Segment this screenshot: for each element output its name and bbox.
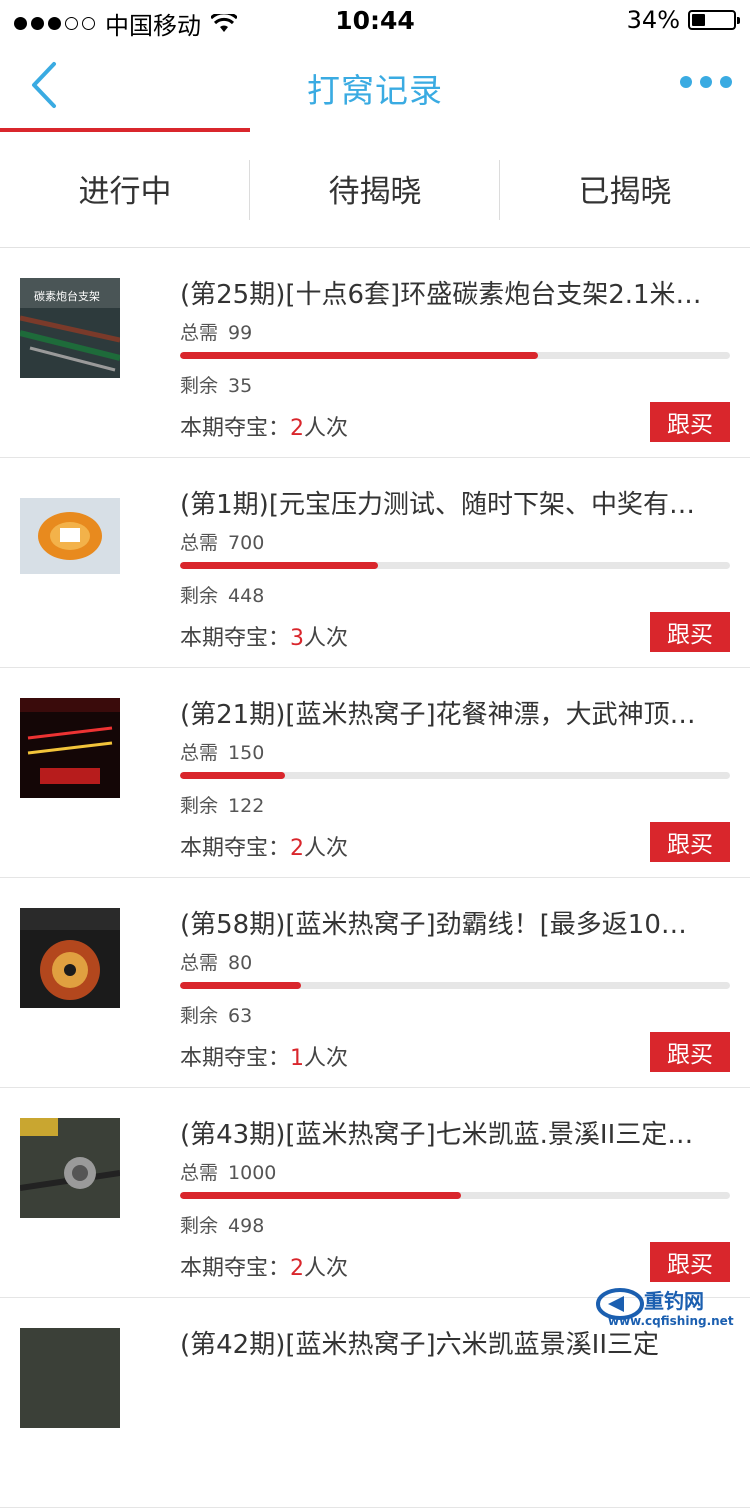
item-title[interactable]: (第43期)[蓝米热窝子]七米凯蓝.景溪II三定… [180,1114,730,1151]
site-watermark: 重钓网 www.cqfishing.net [594,1284,744,1328]
bought-unit: 人次 [304,836,349,861]
remain-row: 剩余 35 [180,371,252,398]
remain-value: 122 [228,795,265,817]
product-image[interactable] [20,498,120,574]
product-image[interactable] [20,908,120,1008]
remain-row: 剩余 63 [180,1001,252,1028]
follow-buy-button[interactable]: 跟买 [650,402,730,442]
total-label: 总需 [180,952,219,974]
bought-count: 本期夺宝：3人次 [180,620,348,652]
bought-number: 2 [290,836,305,861]
bought-number: 1 [290,1046,305,1071]
bought-unit: 人次 [304,1046,349,1071]
bought-unit: 人次 [304,626,349,651]
watermark-url: www.cqfishing.net [608,1314,734,1328]
bought-number: 3 [290,626,305,651]
bought-label: 本期夺宝： [180,1256,291,1281]
remain-label: 剩余 [180,375,219,397]
total-row: 总需 700 [180,528,264,555]
total-row: 总需 80 [180,948,252,975]
watermark-text: 重钓网 [644,1289,704,1313]
bought-label: 本期夺宝： [180,626,291,651]
remain-label: 剩余 [180,795,219,817]
follow-buy-button[interactable]: 跟买 [650,612,730,652]
follow-buy-button[interactable]: 跟买 [650,1242,730,1282]
watermark-logo-icon: 重钓网 www.cqfishing.net [596,1288,734,1328]
remain-value: 448 [228,585,265,607]
remain-row: 剩余 122 [180,791,264,818]
list-item[interactable]: (第21期)[蓝米热窝子]花餐神漂，大武神顶… 总需 150 剩余 122 本期夺宝… [0,668,750,878]
total-label: 总需 [180,742,219,764]
total-label: 总需 [180,532,219,554]
list-item[interactable]: 碳素炮台支架 (第25期)[十点6套]环盛碳素炮台支架2.1米… 总需 99 剩余… [0,248,750,458]
progress-fill [180,982,301,989]
status-right: 34% [626,6,740,34]
total-label: 总需 [180,322,219,344]
remain-label: 剩余 [180,1215,219,1237]
remain-value: 63 [228,1005,253,1027]
tab-revealed[interactable]: 已揭晓 [500,130,750,247]
total-value: 1000 [228,1162,277,1184]
list-item[interactable]: (第43期)[蓝米热窝子]七米凯蓝.景溪II三定… 总需 1000 剩余 498 本… [0,1088,750,1298]
product-image[interactable] [20,1118,120,1218]
total-row: 总需 1000 [180,1158,276,1185]
progress-bar [180,352,730,359]
product-image[interactable] [20,1328,120,1428]
item-title[interactable]: (第25期)[十点6套]环盛碳素炮台支架2.1米… [180,274,730,311]
progress-fill [180,562,378,569]
tab-bar: 进行中 待揭晓 已揭晓 [0,128,750,248]
bought-number: 2 [290,1256,305,1281]
progress-fill [180,1192,461,1199]
bought-label: 本期夺宝： [180,1046,291,1071]
battery-icon [688,10,740,30]
list-item[interactable]: (第58期)[蓝米热窝子]劲霸线！[最多返10… 总需 80 剩余 63 本期夺宝：… [0,878,750,1088]
progress-bar [180,1192,730,1199]
total-value: 700 [228,532,265,554]
list-item[interactable]: (第42期)[蓝米热窝子]六米凯蓝景溪II三定 [0,1298,750,1508]
progress-fill [180,772,285,779]
bought-number: 2 [290,416,305,441]
product-image[interactable]: 碳素炮台支架 [20,278,120,378]
bought-count: 本期夺宝：2人次 [180,410,348,442]
item-title[interactable]: (第1期)[元宝压力测试、随时下架、中奖有… [180,484,730,521]
bought-unit: 人次 [304,416,349,441]
total-label: 总需 [180,1162,219,1184]
tab-in-progress[interactable]: 进行中 [0,130,250,247]
more-dots-icon[interactable] [680,76,732,88]
battery-percent: 34% [626,6,680,34]
remain-label: 剩余 [180,1005,219,1027]
product-image[interactable] [20,698,120,798]
remain-row: 剩余 498 [180,1211,264,1238]
total-value: 99 [228,322,253,344]
tab-pending[interactable]: 待揭晓 [250,130,500,247]
status-bar: 中国移动 10:44 34% [0,0,750,40]
page-title: 打窝记录 [307,71,443,110]
bought-unit: 人次 [304,1256,349,1281]
item-title[interactable]: (第21期)[蓝米热窝子]花餐神漂，大武神顶… [180,694,730,731]
remain-value: 498 [228,1215,265,1237]
svg-text:碳素炮台支架: 碳素炮台支架 [34,289,100,303]
total-row: 总需 99 [180,318,252,345]
nav-bar: 打窝记录 [0,40,750,130]
progress-bar [180,772,730,779]
item-title[interactable]: (第58期)[蓝米热窝子]劲霸线！[最多返10… [180,904,730,941]
follow-buy-button[interactable]: 跟买 [650,822,730,862]
remain-row: 剩余 448 [180,581,264,608]
list-item[interactable]: (第1期)[元宝压力测试、随时下架、中奖有… 总需 700 剩余 448 本期夺宝：… [0,458,750,668]
bought-count: 本期夺宝：2人次 [180,1250,348,1282]
progress-bar [180,562,730,569]
follow-buy-button[interactable]: 跟买 [650,1032,730,1072]
item-title[interactable]: (第42期)[蓝米热窝子]六米凯蓝景溪II三定 [180,1324,730,1361]
progress-fill [180,352,538,359]
progress-bar [180,982,730,989]
bought-label: 本期夺宝： [180,416,291,441]
bought-label: 本期夺宝： [180,836,291,861]
total-row: 总需 150 [180,738,264,765]
total-value: 150 [228,742,265,764]
remain-label: 剩余 [180,585,219,607]
bought-count: 本期夺宝：2人次 [180,830,348,862]
total-value: 80 [228,952,253,974]
bought-count: 本期夺宝：1人次 [180,1040,348,1072]
remain-value: 35 [228,375,253,397]
